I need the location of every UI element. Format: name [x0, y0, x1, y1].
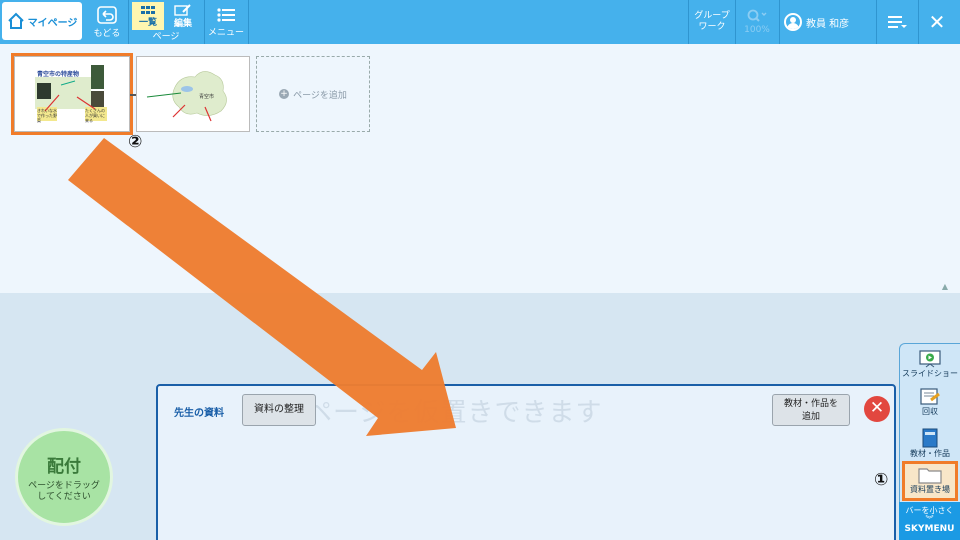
tray-close-icon[interactable]: ✕	[864, 396, 890, 422]
group-work-line1: グループ	[694, 11, 730, 21]
book-icon	[922, 428, 938, 448]
toolbar-divider	[128, 0, 129, 44]
distribute-instruction-1: ページをドラッグ	[28, 480, 100, 491]
magnifier-icon	[747, 9, 767, 22]
home-icon	[7, 12, 24, 29]
scroll-up-arrow-icon[interactable]: ▲	[942, 282, 948, 291]
collect-button[interactable]: 回収	[900, 388, 960, 417]
distribute-title: 配付	[47, 456, 81, 477]
mypage-button[interactable]: マイページ	[2, 2, 82, 40]
slideshow-label: スライドショー	[902, 369, 958, 378]
add-materials-button[interactable]: 教材・作品を 追加	[772, 394, 850, 426]
zoom-button[interactable]: 100%	[736, 0, 778, 44]
list-view-tab[interactable]: 一覧	[132, 2, 164, 30]
tray-title: 先生の資料	[174, 408, 224, 419]
back-icon	[97, 5, 117, 24]
slideshow-icon	[919, 350, 941, 368]
selected-page-highlight	[11, 53, 133, 135]
toolbar-divider	[688, 0, 689, 44]
drop-hint-text: ページを仮置きできます	[306, 398, 603, 428]
mypage-label: マイページ	[27, 17, 78, 29]
top-toolbar: マイページ もどる 一覧 編集 ページ メニュー グループ ワーク 100% 教…	[0, 0, 960, 44]
toolbar-divider	[248, 0, 249, 44]
distribute-instruction-2: してください	[37, 491, 91, 502]
add-materials-line2: 追加	[801, 412, 820, 422]
storage-button[interactable]: 資料置き場	[902, 461, 958, 501]
page-group-label: ページ	[152, 32, 180, 42]
organize-materials-button[interactable]: 資料の整理	[242, 394, 316, 426]
menu-button[interactable]: メニュー	[206, 0, 246, 44]
back-button[interactable]: もどる	[88, 0, 126, 44]
slideshow-button[interactable]: スライドショー	[900, 350, 960, 379]
user-name: 教員 和彦	[806, 18, 850, 30]
collect-icon	[920, 388, 940, 405]
page-thumbnail-2[interactable]: 青空市	[136, 56, 250, 132]
double-chevron-down-icon: ︾	[925, 515, 934, 524]
edit-view-tab[interactable]: 編集	[166, 2, 200, 30]
add-page-label: ページを追加	[293, 90, 347, 101]
edit-icon	[174, 3, 191, 16]
grid-icon	[141, 5, 155, 14]
close-button[interactable]: ✕	[922, 8, 952, 36]
plus-circle-icon: +	[279, 89, 290, 99]
page-2-label: 青空市	[199, 94, 215, 100]
collect-label: 回収	[922, 407, 938, 416]
edit-view-label: 編集	[173, 18, 192, 29]
group-work-line2: ワーク	[698, 22, 726, 32]
page-view-group: 一覧 編集 ページ	[130, 0, 202, 44]
back-label: もどる	[93, 28, 121, 39]
toolbar-divider	[204, 0, 205, 44]
skymenu-logo: SKYMENU	[904, 524, 955, 534]
toolbar-divider	[779, 0, 780, 44]
material-tray-panel: ページを仮置きできます 先生の資料 資料の整理 教材・作品を 追加 ✕	[156, 384, 896, 540]
menu-label: メニュー	[207, 27, 244, 38]
list-icon	[217, 7, 235, 22]
add-page-button[interactable]: + ページを追加	[256, 56, 370, 132]
toolbar-divider	[876, 0, 877, 44]
materials-button[interactable]: 教材・作品	[900, 428, 960, 459]
step-marker-2: ②	[128, 132, 143, 152]
group-work-button[interactable]: グループ ワーク	[690, 0, 734, 44]
user-account[interactable]: 教員 和彦	[784, 0, 874, 44]
list-view-label: 一覧	[138, 17, 157, 28]
zoom-level: 100%	[744, 25, 770, 35]
page-2-map-preview	[137, 57, 249, 131]
distribute-drop-zone[interactable]: 配付 ページをドラッグ してください	[15, 428, 113, 526]
shrink-bar-button[interactable]: バーを小さく ︾ SKYMENU	[899, 502, 960, 540]
materials-label: 教材・作品	[910, 449, 950, 458]
hamburger-menu-icon[interactable]	[882, 10, 912, 34]
folder-icon	[918, 468, 942, 484]
user-icon	[784, 13, 802, 31]
step-marker-1: ①	[874, 470, 889, 490]
storage-label: 資料置き場	[910, 485, 950, 494]
add-materials-line1: 教材・作品を	[783, 399, 838, 409]
toolbar-divider	[918, 0, 919, 44]
